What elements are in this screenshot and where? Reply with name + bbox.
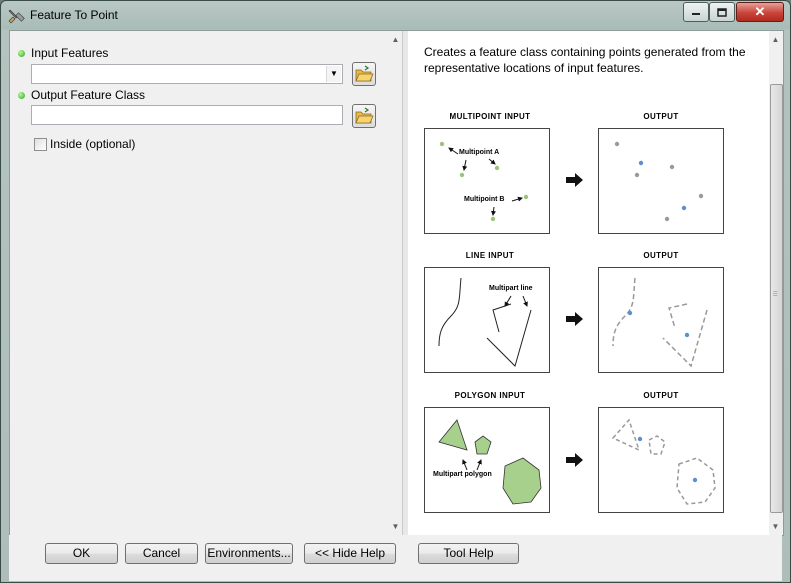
- minimize-icon: [692, 13, 700, 15]
- line-input-diagram: Multipart line: [424, 267, 550, 373]
- window-title: Feature To Point: [30, 8, 118, 22]
- scroll-up-icon[interactable]: ▲: [769, 33, 782, 46]
- polygon-output-diagram: [598, 407, 724, 513]
- scroll-up-icon[interactable]: ▲: [389, 33, 402, 46]
- grip-icon: ─ ─ ─: [773, 289, 778, 299]
- inside-checkbox[interactable]: [34, 138, 47, 151]
- hide-help-button[interactable]: << Hide Help: [304, 543, 396, 564]
- multipoint-output-graphic: [614, 141, 704, 222]
- help-description: Creates a feature class containing point…: [424, 45, 746, 75]
- required-indicator-icon: [18, 50, 25, 57]
- ok-button[interactable]: OK: [45, 543, 118, 564]
- polygon-input-label: POLYGON INPUT: [454, 391, 526, 400]
- chevron-down-icon[interactable]: ▼: [326, 66, 341, 82]
- arrow-right-icon: [566, 453, 583, 467]
- parameters-scrollbar[interactable]: ▲ ▼: [389, 31, 402, 535]
- inside-label[interactable]: Inside (optional): [50, 137, 135, 151]
- output-label: OUTPUT: [643, 251, 679, 260]
- help-panel: Creates a feature class containing point…: [408, 31, 769, 535]
- output-feature-class-label: Output Feature Class: [31, 88, 146, 102]
- multipoint-input-label: MULTIPOINT INPUT: [449, 112, 531, 121]
- maximize-icon: [717, 7, 727, 17]
- multipoint-output-diagram: [598, 128, 724, 234]
- line-output-diagram: [598, 267, 724, 373]
- polygon-input-diagram: Multipart polygon: [424, 407, 550, 513]
- close-icon: ✕: [754, 4, 766, 19]
- close-button[interactable]: ✕: [736, 2, 784, 22]
- browse-output-button[interactable]: [352, 104, 376, 128]
- multipoint-b-annotation: Multipoint B: [464, 196, 505, 203]
- help-scrollbar[interactable]: ▲ ─ ─ ─ ▼: [769, 31, 783, 535]
- input-features-combo[interactable]: ▼: [31, 64, 343, 84]
- required-indicator-icon: [18, 92, 25, 99]
- line-input-label: LINE INPUT: [465, 251, 515, 260]
- feature-to-point-window: Feature To Point ✕ Input Features ▼ Outp…: [0, 0, 791, 583]
- multipart-polygon-annotation: Multipart polygon: [433, 471, 492, 478]
- arrow-right-icon: [566, 173, 583, 187]
- browse-input-button[interactable]: [352, 62, 376, 86]
- tool-help-button[interactable]: Tool Help: [418, 543, 519, 564]
- arrow-right-icon: [566, 312, 583, 326]
- cancel-button[interactable]: Cancel: [125, 543, 198, 564]
- multipoint-input-diagram: Multipoint A Multipoint B: [424, 128, 550, 234]
- output-feature-class-field[interactable]: [31, 105, 343, 125]
- hammer-icon: [8, 9, 25, 24]
- multipart-line-annotation: Multipart line: [489, 285, 533, 292]
- dialog-body: Input Features ▼ Output Feature Class In…: [9, 30, 784, 536]
- minimize-button[interactable]: [683, 2, 709, 22]
- output-label: OUTPUT: [643, 112, 679, 121]
- environments-button[interactable]: Environments...: [205, 543, 293, 564]
- polygon-output-graphic: [611, 418, 716, 505]
- line-input-graphic: [438, 277, 532, 367]
- multipoint-a-annotation: Multipoint A: [459, 149, 500, 156]
- button-bar: OK Cancel Environments... << Hide Help T…: [9, 535, 782, 581]
- line-output-graphic: [612, 277, 708, 368]
- folder-open-icon: [355, 107, 374, 124]
- multipoint-input-graphic: [439, 141, 529, 222]
- maximize-button[interactable]: [709, 2, 735, 22]
- input-features-label: Input Features: [31, 46, 109, 60]
- folder-open-icon: [355, 65, 374, 82]
- scroll-down-icon[interactable]: ▼: [769, 520, 782, 533]
- scroll-thumb[interactable]: ─ ─ ─: [770, 84, 783, 513]
- title-bar[interactable]: Feature To Point ✕: [1, 1, 790, 30]
- scroll-down-icon[interactable]: ▼: [389, 520, 402, 533]
- output-label: OUTPUT: [643, 391, 679, 400]
- polygon-input-graphic: [438, 419, 542, 505]
- parameters-panel: Input Features ▼ Output Feature Class In…: [10, 31, 402, 535]
